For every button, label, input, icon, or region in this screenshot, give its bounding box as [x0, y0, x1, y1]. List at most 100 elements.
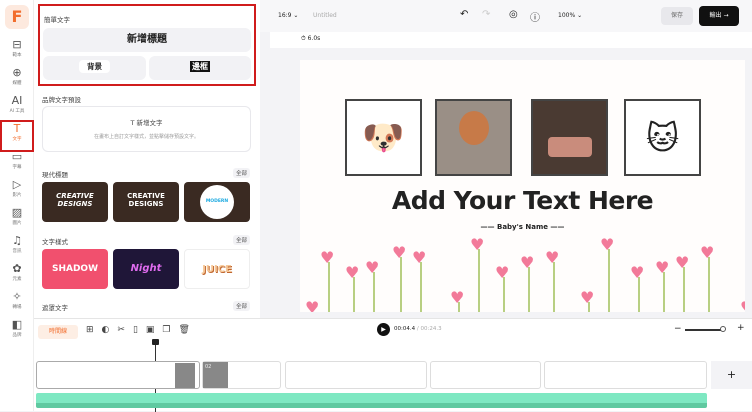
sidebar-item[interactable]: T 文字 [0, 120, 34, 152]
shapes-icon: ✿ [12, 262, 22, 275]
help-icon[interactable]: ⓘ [530, 9, 540, 24]
audio-track[interactable] [36, 393, 707, 408]
sidebar-item[interactable]: ⊕ 媒體 [2, 66, 32, 94]
folder-upload-icon: ⊕ [12, 66, 22, 79]
background-label: 背景 [79, 60, 110, 73]
flower-stem [608, 249, 610, 312]
element-toolbar: ⏱ 6.0s [270, 32, 752, 48]
music-icon: ♫ [12, 234, 22, 247]
add-clip-button[interactable]: + [711, 361, 752, 389]
ratio-value: 16:9 [278, 12, 292, 19]
timeline-clip[interactable] [544, 361, 707, 389]
heart-icon: ♥ [470, 235, 485, 254]
brand-preset-box[interactable]: T 新增文字 在畫布上自訂文字樣式，並點擊儲存預設文字。 [42, 106, 251, 152]
redo-icon[interactable]: ↷ [482, 9, 490, 20]
add-heading-button[interactable]: 新增標題 [43, 28, 251, 52]
photo-frame-child[interactable] [435, 99, 512, 176]
delete-icon[interactable]: 🗑 [179, 325, 198, 335]
timeline: 時間線 ⊞◐✂▯▣❐🗑 ▶ 00:04.4 / 00:24.3 − + 02 + [34, 318, 752, 412]
sidebar-item[interactable]: ✿ 元素 [2, 262, 32, 290]
template-icon: ⊟ [12, 38, 22, 51]
scissors-icon[interactable]: ✂ [117, 325, 133, 335]
title-card[interactable]: CREATIVE DESIGNS [42, 182, 108, 222]
duration-button[interactable]: ⏱ 6.0s [301, 35, 320, 43]
sidebar-item-label: 元素 [12, 277, 22, 282]
section-title: 遮罩文字 [42, 304, 68, 312]
zoom-dropdown[interactable]: 100% ⌄ [558, 12, 582, 19]
outline-text-button[interactable]: 邊框 [149, 56, 251, 80]
headline-text[interactable]: Add Your Text Here [300, 186, 745, 215]
see-all-button[interactable]: 全部 [233, 301, 251, 311]
top-bar: 16:9 ⌄ Untitled ↶ ↷ ◎ ⓘ 100% ⌄ 保存 輸出 → [260, 0, 752, 32]
sidebar-item[interactable]: ◧ 品牌 [2, 318, 32, 346]
sidebar-item[interactable]: ✧ 轉場 [2, 290, 32, 318]
zoom-slider[interactable] [685, 329, 725, 331]
brand-icon: ◧ [11, 318, 23, 331]
background-text-button[interactable]: 背景 [43, 56, 146, 80]
playhead-handle[interactable] [152, 339, 159, 345]
sidebar-item-label: AI 工具 [9, 109, 25, 114]
duplicate-icon[interactable]: ❐ [162, 325, 178, 335]
flower-stem [328, 262, 330, 312]
sidebar-item[interactable]: ♫ 音訊 [2, 234, 32, 262]
caption-icon[interactable]: ▣ [146, 325, 163, 335]
sidebar-item-label: 媒體 [12, 81, 22, 86]
zoom-out-icon[interactable]: − [674, 324, 682, 334]
flower-stem [478, 249, 480, 312]
preset-hint: 在畫布上自訂文字樣式，並點擊儲存預設文字。 [93, 134, 199, 140]
zoom-in-icon[interactable]: + [737, 323, 745, 333]
subtitle-value: Baby's Name [496, 223, 548, 231]
title-card[interactable]: MODERN [184, 182, 250, 222]
timeline-clip[interactable] [36, 361, 200, 389]
sidebar-item[interactable]: ▷ 影片 [2, 178, 32, 206]
section-title: 簡單文字 [44, 16, 70, 24]
style-card-juice[interactable]: JUICE [184, 249, 250, 289]
style-card-shadow[interactable]: SHADOW [42, 249, 108, 289]
export-button[interactable]: 輸出 → [699, 6, 739, 26]
subtitle-icon: ▭ [11, 150, 23, 163]
section-title: 品牌文字預設 [42, 96, 81, 104]
style-card-night[interactable]: Night [113, 249, 179, 289]
aspect-ratio-dropdown[interactable]: 16:9 ⌄ [278, 12, 298, 19]
app-logo: F [5, 5, 29, 29]
canvas[interactable]: 🐶 🐱 Add Your Text Here —— Baby's Name ——… [300, 60, 745, 312]
flower-stem [553, 262, 555, 312]
heart-icon: ♥ [392, 243, 407, 262]
heart-icon: ♥ [320, 248, 335, 267]
timeline-clip[interactable] [285, 361, 427, 389]
timeline-clip[interactable]: 02 [202, 361, 281, 389]
flower-stem [503, 277, 505, 312]
current-time: 00:04.4 [394, 326, 416, 332]
timeline-clip[interactable] [430, 361, 541, 389]
flower-stem [353, 277, 355, 312]
see-all-button[interactable]: 全部 [233, 235, 251, 245]
sidebar-item[interactable]: ▭ 字幕 [2, 150, 32, 178]
play-button[interactable]: ▶ [377, 323, 390, 336]
project-name[interactable]: Untitled [313, 12, 337, 19]
crop-icon[interactable]: ▯ [133, 325, 146, 335]
heart-icon: ♥ [305, 298, 320, 313]
heart-icon: ♥ [630, 263, 645, 282]
photo-frame-cake[interactable] [531, 99, 608, 176]
sidebar-item[interactable]: ⊟ 範本 [2, 38, 32, 66]
see-all-button[interactable]: 全部 [233, 168, 251, 178]
title-card[interactable]: CREATIVE DESIGNS [113, 182, 179, 222]
add-icon[interactable]: ⊞ [86, 325, 102, 335]
save-button[interactable]: 保存 [661, 7, 693, 25]
heart-icon: ♥ [700, 243, 715, 262]
split-icon[interactable]: ◐ [102, 325, 118, 335]
screenshot-icon[interactable]: ◎ [509, 9, 518, 20]
sidebar-item[interactable]: AI AI 工具 [2, 94, 32, 122]
photo-frame-cat[interactable]: 🐱 [624, 99, 701, 176]
photo-frame-puppy[interactable]: 🐶 [345, 99, 422, 176]
heart-icon: ♥ [450, 288, 465, 307]
subtitle-text[interactable]: —— Baby's Name —— [300, 223, 745, 231]
timeline-button[interactable]: 時間線 [38, 325, 78, 339]
sidebar-item-label: 字幕 [12, 165, 22, 170]
zoom-slider-handle[interactable] [720, 326, 726, 332]
flower-stem [638, 277, 640, 312]
total-time: 00:24.3 [420, 326, 442, 332]
undo-icon[interactable]: ↶ [460, 9, 468, 20]
sidebar-item[interactable]: ▨ 圖片 [2, 206, 32, 234]
heart-icon: ♥ [740, 300, 745, 313]
